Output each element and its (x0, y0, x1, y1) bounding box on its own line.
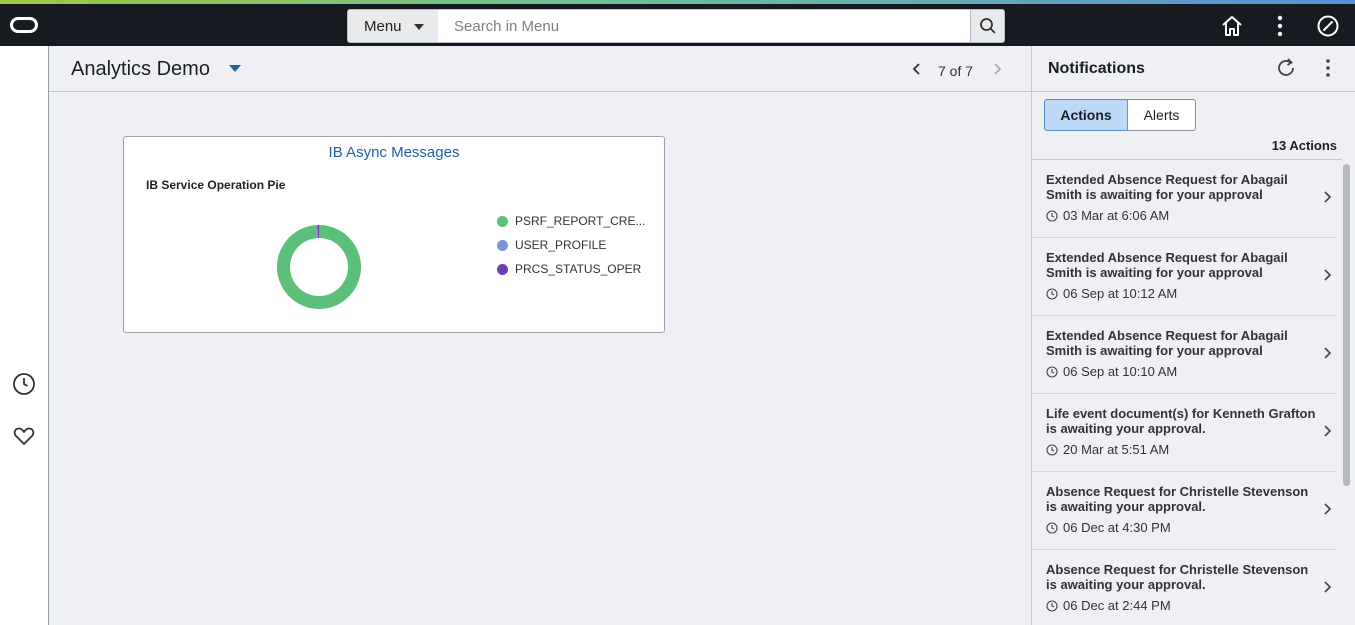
notifications-list: Extended Absence Request for Abagail Smi… (1032, 159, 1342, 625)
legend-label: PSRF_REPORT_CRE... (515, 214, 646, 228)
notifications-kebab-icon[interactable] (1316, 56, 1340, 80)
pager-count: 7 of 7 (938, 63, 974, 79)
legend-label: USER_PROFILE (515, 238, 607, 252)
clock-icon (1046, 443, 1058, 456)
scrollbar[interactable] (1343, 164, 1350, 486)
legend-item[interactable]: PRCS_STATUS_OPER (497, 257, 645, 281)
clock-icon (1046, 365, 1058, 378)
notification-text: Absence Request for Christelle Stevenson… (1046, 562, 1309, 592)
home-button[interactable] (1218, 12, 1246, 40)
navbar-button[interactable] (1314, 12, 1342, 40)
home-icon (1222, 16, 1242, 36)
chevron-right-icon[interactable] (1320, 580, 1334, 594)
notification-item[interactable]: Absence Request for Christelle Stevenson… (1032, 550, 1337, 625)
notification-item[interactable]: Extended Absence Request for Abagail Smi… (1032, 238, 1337, 316)
notification-text: Absence Request for Christelle Stevenson… (1046, 484, 1309, 514)
menu-dropdown-button[interactable]: Menu (347, 9, 439, 43)
chevron-right-icon[interactable] (989, 61, 1005, 77)
notification-item[interactable]: Absence Request for Christelle Stevenson… (1032, 472, 1337, 550)
notification-time: 03 Mar at 6:06 AM (1046, 208, 1169, 223)
notification-text: Extended Absence Request for Abagail Smi… (1046, 250, 1288, 280)
chevron-right-icon[interactable] (1320, 424, 1334, 438)
actions-count: 13 Actions (1271, 138, 1337, 153)
main-content: Analytics Demo 7 of 7 IB Async Messages … (49, 46, 1031, 625)
notification-time: 06 Sep at 10:10 AM (1046, 364, 1177, 379)
notification-item[interactable]: Extended Absence Request for Abagail Smi… (1032, 160, 1337, 238)
tab-alerts[interactable]: Alerts (1127, 99, 1196, 131)
notification-time-text: 06 Dec at 4:30 PM (1063, 520, 1171, 535)
notifications-title: Notifications (1048, 60, 1145, 77)
clock-icon (1046, 599, 1058, 612)
actions-menu-button[interactable] (1266, 12, 1294, 40)
legend-item[interactable]: USER_PROFILE (497, 233, 645, 257)
left-rail (0, 46, 49, 625)
notifications-panel: Notifications Actions Alerts 13 Actions … (1031, 46, 1355, 625)
search-input[interactable] (438, 9, 971, 43)
legend-label: PRCS_STATUS_OPER (515, 262, 642, 276)
clock-icon (1046, 521, 1058, 534)
search-icon (979, 18, 996, 34)
chevron-left-icon[interactable] (909, 61, 925, 77)
notification-text: Life event document(s) for Kenneth Graft… (1046, 406, 1316, 436)
page-header: Analytics Demo 7 of 7 (49, 46, 1031, 92)
notification-time-text: 06 Dec at 2:44 PM (1063, 598, 1171, 613)
chevron-right-icon[interactable] (1320, 346, 1334, 360)
legend-swatch (497, 215, 508, 227)
chart-title: IB Service Operation Pie (146, 178, 286, 192)
notification-time-text: 03 Mar at 6:06 AM (1063, 208, 1170, 223)
tile-title: IB Async Messages (328, 144, 460, 161)
top-banner: Menu (0, 4, 1355, 46)
notification-time: 20 Mar at 5:51 AM (1046, 442, 1169, 457)
notification-text: Extended Absence Request for Abagail Smi… (1046, 172, 1288, 202)
menu-label: Menu (364, 17, 402, 35)
chevron-right-icon[interactable] (1320, 190, 1334, 204)
kebab-icon (1277, 15, 1283, 37)
legend-swatch (497, 263, 508, 275)
compass-icon (1317, 15, 1339, 37)
notification-text: Extended Absence Request for Abagail Smi… (1046, 328, 1288, 358)
notification-time: 06 Dec at 2:44 PM (1046, 598, 1171, 613)
notifications-header: Notifications (1032, 46, 1355, 92)
legend-swatch (497, 239, 508, 251)
pie-slice[interactable] (277, 225, 361, 309)
favorites-button[interactable] (11, 423, 37, 449)
recent-button[interactable] (11, 371, 37, 397)
notification-time: 06 Dec at 4:30 PM (1046, 520, 1171, 535)
donut-chart (277, 225, 361, 309)
refresh-icon[interactable] (1274, 56, 1298, 80)
notification-time-text: 06 Sep at 10:12 AM (1063, 286, 1178, 301)
notification-item[interactable]: Extended Absence Request for Abagail Smi… (1032, 316, 1337, 394)
title-dropdown-icon[interactable] (229, 65, 241, 72)
ib-async-messages-tile[interactable]: IB Async Messages IB Service Operation P… (123, 136, 665, 333)
chevron-right-icon[interactable] (1320, 502, 1334, 516)
clock-icon (1046, 209, 1058, 222)
chevron-right-icon[interactable] (1320, 268, 1334, 282)
notification-time-text: 20 Mar at 5:51 AM (1063, 442, 1170, 457)
heart-icon (13, 427, 35, 445)
page-title[interactable]: Analytics Demo (71, 58, 210, 81)
tab-actions[interactable]: Actions (1044, 99, 1128, 131)
caret-down-icon (413, 24, 424, 30)
notification-item[interactable]: Life event document(s) for Kenneth Graft… (1032, 394, 1337, 472)
notification-time: 06 Sep at 10:12 AM (1046, 286, 1177, 301)
search-button[interactable] (970, 9, 1005, 43)
clock-icon (1046, 287, 1058, 300)
notification-time-text: 06 Sep at 10:10 AM (1063, 364, 1178, 379)
oracle-logo-icon[interactable] (10, 17, 38, 33)
legend-item[interactable]: PSRF_REPORT_CRE... (497, 209, 645, 233)
chart-legend: PSRF_REPORT_CRE... USER_PROFILE PRCS_STATU… (497, 209, 645, 281)
clock-icon (13, 373, 35, 395)
